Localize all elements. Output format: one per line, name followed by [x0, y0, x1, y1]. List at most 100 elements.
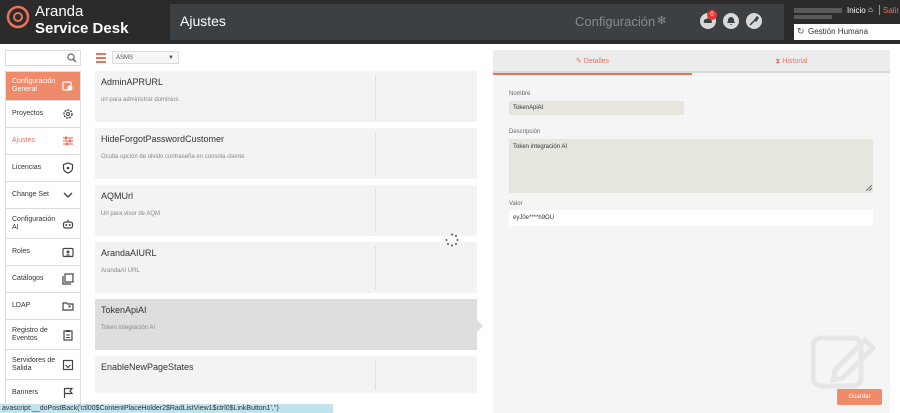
description-field[interactable]: Token integración AI — [509, 139, 873, 193]
sidebar-item-ldap[interactable]: LDAP — [5, 293, 81, 320]
folder-user-icon — [62, 302, 74, 311]
hourglass-icon: ⧗ — [775, 58, 781, 65]
list-item[interactable]: ArandaAIURL ArandaAI URL — [95, 242, 477, 293]
caret-down-icon: ▼ — [168, 55, 174, 61]
refresh-icon[interactable]: ↻ — [797, 26, 805, 37]
details-panel: ✎ Detalles ⧗ Historial Nombre TokenApiAI… — [493, 50, 890, 413]
name-field[interactable]: TokenApiAI — [509, 101, 684, 115]
sidebar-item-ajustes[interactable]: Ajustes — [5, 128, 81, 155]
tools-icon[interactable] — [746, 13, 762, 29]
sidebar: Configuración General Proyectos Ajustes … — [5, 71, 81, 407]
divider — [375, 75, 376, 119]
home-icon[interactable]: ⌂ — [868, 5, 873, 14]
home-link[interactable]: Inicio — [847, 6, 866, 15]
sidebar-item-banners[interactable]: Banners — [5, 380, 81, 407]
flag-icon — [63, 387, 74, 398]
sidebar-item-registro-de-eventos[interactable]: Registro de Eventos — [5, 320, 81, 350]
sidebar-item-label: Configuración General — [12, 78, 56, 93]
details-tabs: ✎ Detalles ⧗ Historial — [493, 50, 891, 75]
list-item-title: AQMUrl — [101, 191, 133, 201]
list-item-title: TokenApiAI — [101, 305, 147, 315]
search-icon[interactable] — [67, 53, 77, 63]
edit-icon: ✎ — [575, 58, 582, 65]
value-label: Valor — [509, 201, 523, 207]
bell-icon[interactable] — [723, 13, 739, 29]
sidebar-item-label: LDAP — [12, 302, 31, 309]
outbox-icon — [62, 359, 74, 370]
edit-watermark-icon — [811, 335, 877, 389]
sidebar-item-label: Catálogos — [12, 275, 44, 282]
sidebar-item-proyectos[interactable]: Proyectos — [5, 101, 81, 128]
sidebar-item-licencias[interactable]: Licencias — [5, 155, 81, 182]
divider — [375, 132, 376, 176]
sidebar-item-label: Licencias — [12, 164, 42, 171]
chevron-down-icon — [63, 192, 73, 198]
title-panel: Ajustes Configuración ✻ 0 — [170, 4, 784, 40]
top-bar: Aranda Service Desk Ajustes Configuració… — [0, 0, 900, 44]
sliders-icon — [63, 136, 73, 146]
divider — [879, 5, 880, 15]
list-item[interactable]: EnableNewPageStates — [95, 356, 477, 393]
tab-detalles[interactable]: ✎ Detalles — [493, 50, 692, 75]
sidebar-item-label: Registro de Eventos — [12, 326, 48, 342]
shield-icon — [62, 162, 74, 174]
list-item-description: Token integración AI — [101, 325, 156, 331]
library-icon — [62, 273, 74, 285]
list-item-selected[interactable]: TokenApiAI Token integración AI — [95, 299, 477, 350]
sidebar-item-label: Roles — [12, 248, 30, 255]
sidebar-item-change-set[interactable]: Change Set — [5, 182, 81, 209]
list-item[interactable]: AQMUrl Url para visor de AQM — [95, 185, 477, 236]
sidebar-item-servidores-de-salida[interactable]: Servidores de Salida — [5, 350, 81, 380]
selection-arrow — [477, 320, 483, 332]
list-item-description: url para administrar dominios — [101, 97, 179, 103]
list-item-description: Oculta opción de olvido contraseña en co… — [101, 154, 245, 160]
filter-value: ASMS — [116, 55, 134, 61]
tab-historial[interactable]: ⧗ Historial — [692, 50, 891, 73]
sidebar-item-label: Configuración AI — [12, 215, 56, 231]
clipboard-icon — [63, 329, 73, 341]
list-item-title: AdminAPRURL — [101, 77, 164, 87]
list-item-description: ArandaAI URL — [101, 268, 140, 274]
id-card-icon — [62, 247, 74, 258]
list-item-title: ArandaAIURL — [101, 248, 157, 258]
gear-icon: ✻ — [657, 15, 667, 27]
loading-spinner-icon — [445, 233, 459, 247]
divider — [375, 303, 376, 347]
sidebar-item-configuracion-ai[interactable]: Configuración AI — [5, 209, 81, 239]
divider — [375, 360, 376, 390]
sidebar-item-label: Ajustes — [12, 137, 35, 144]
sidebar-item-configuracion-general[interactable]: Configuración General — [5, 71, 81, 101]
sidebar-item-label: Banners — [12, 389, 39, 396]
robot-icon — [62, 219, 74, 229]
page-title: Ajustes — [180, 13, 226, 29]
brand-name: Aranda — [35, 3, 84, 20]
save-button[interactable]: Guardar — [837, 389, 882, 405]
sidebar-item-catalogos[interactable]: Catálogos — [5, 266, 81, 293]
sidebar-item-roles[interactable]: Roles — [5, 239, 81, 266]
list-item[interactable]: AdminAPRURL url para administrar dominio… — [95, 71, 477, 122]
tab-label: Detalles — [583, 58, 610, 65]
tab-label: Historial — [782, 58, 808, 65]
divider — [375, 246, 376, 290]
list-item-description: Url para visor de AQM — [101, 211, 161, 217]
list-item-title: EnableNewPageStates — [101, 362, 194, 372]
config-label[interactable]: Configuración — [575, 14, 655, 29]
list-item[interactable]: HideForgotPasswordCustomer Oculta opción… — [95, 128, 477, 179]
user-name-blurred — [794, 8, 842, 13]
user-role-blurred — [794, 15, 832, 19]
description-label: Descripción — [509, 129, 541, 135]
menu-icon[interactable] — [96, 53, 106, 65]
group-label: Gestión Humana — [808, 27, 869, 36]
divider — [375, 189, 376, 233]
settings-icon — [62, 81, 73, 91]
sidebar-item-label: Change Set — [12, 191, 49, 198]
brand-product: Service Desk — [35, 20, 129, 37]
gear-icon — [63, 109, 73, 119]
value-field[interactable]: eyJ0e****h9OU — [509, 210, 873, 226]
group-selector[interactable]: ↻ Gestión Humana — [794, 24, 900, 40]
list-item-title: HideForgotPasswordCustomer — [101, 134, 225, 144]
sidebar-search-input[interactable] — [5, 50, 81, 66]
logout-link[interactable]: Salir — [883, 6, 899, 15]
filter-select[interactable]: ASMS ▼ — [112, 51, 179, 64]
resize-handle-icon[interactable] — [866, 185, 872, 191]
